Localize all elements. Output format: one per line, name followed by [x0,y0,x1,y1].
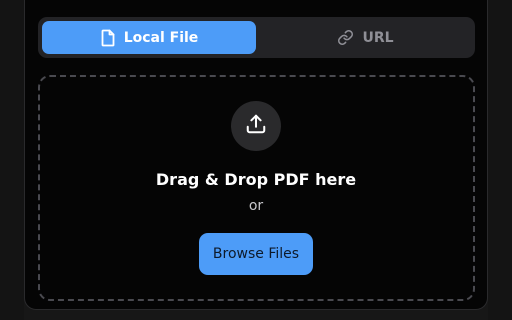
file-icon [100,29,116,47]
tab-url[interactable]: URL [260,21,471,54]
browse-files-button[interactable]: Browse Files [199,233,313,275]
dropzone-title: Drag & Drop PDF here [155,170,357,189]
source-tabs: Local File URL [38,17,475,58]
backdrop-left [0,0,24,320]
upload-icon [245,113,267,139]
dropzone-or-text: or [248,198,264,214]
link-icon [337,29,354,46]
tab-local-file[interactable]: Local File [42,21,256,54]
tab-url-label: URL [362,29,394,46]
tab-local-file-label: Local File [123,29,199,46]
backdrop-right [488,0,512,320]
upload-icon-circle [231,101,281,151]
